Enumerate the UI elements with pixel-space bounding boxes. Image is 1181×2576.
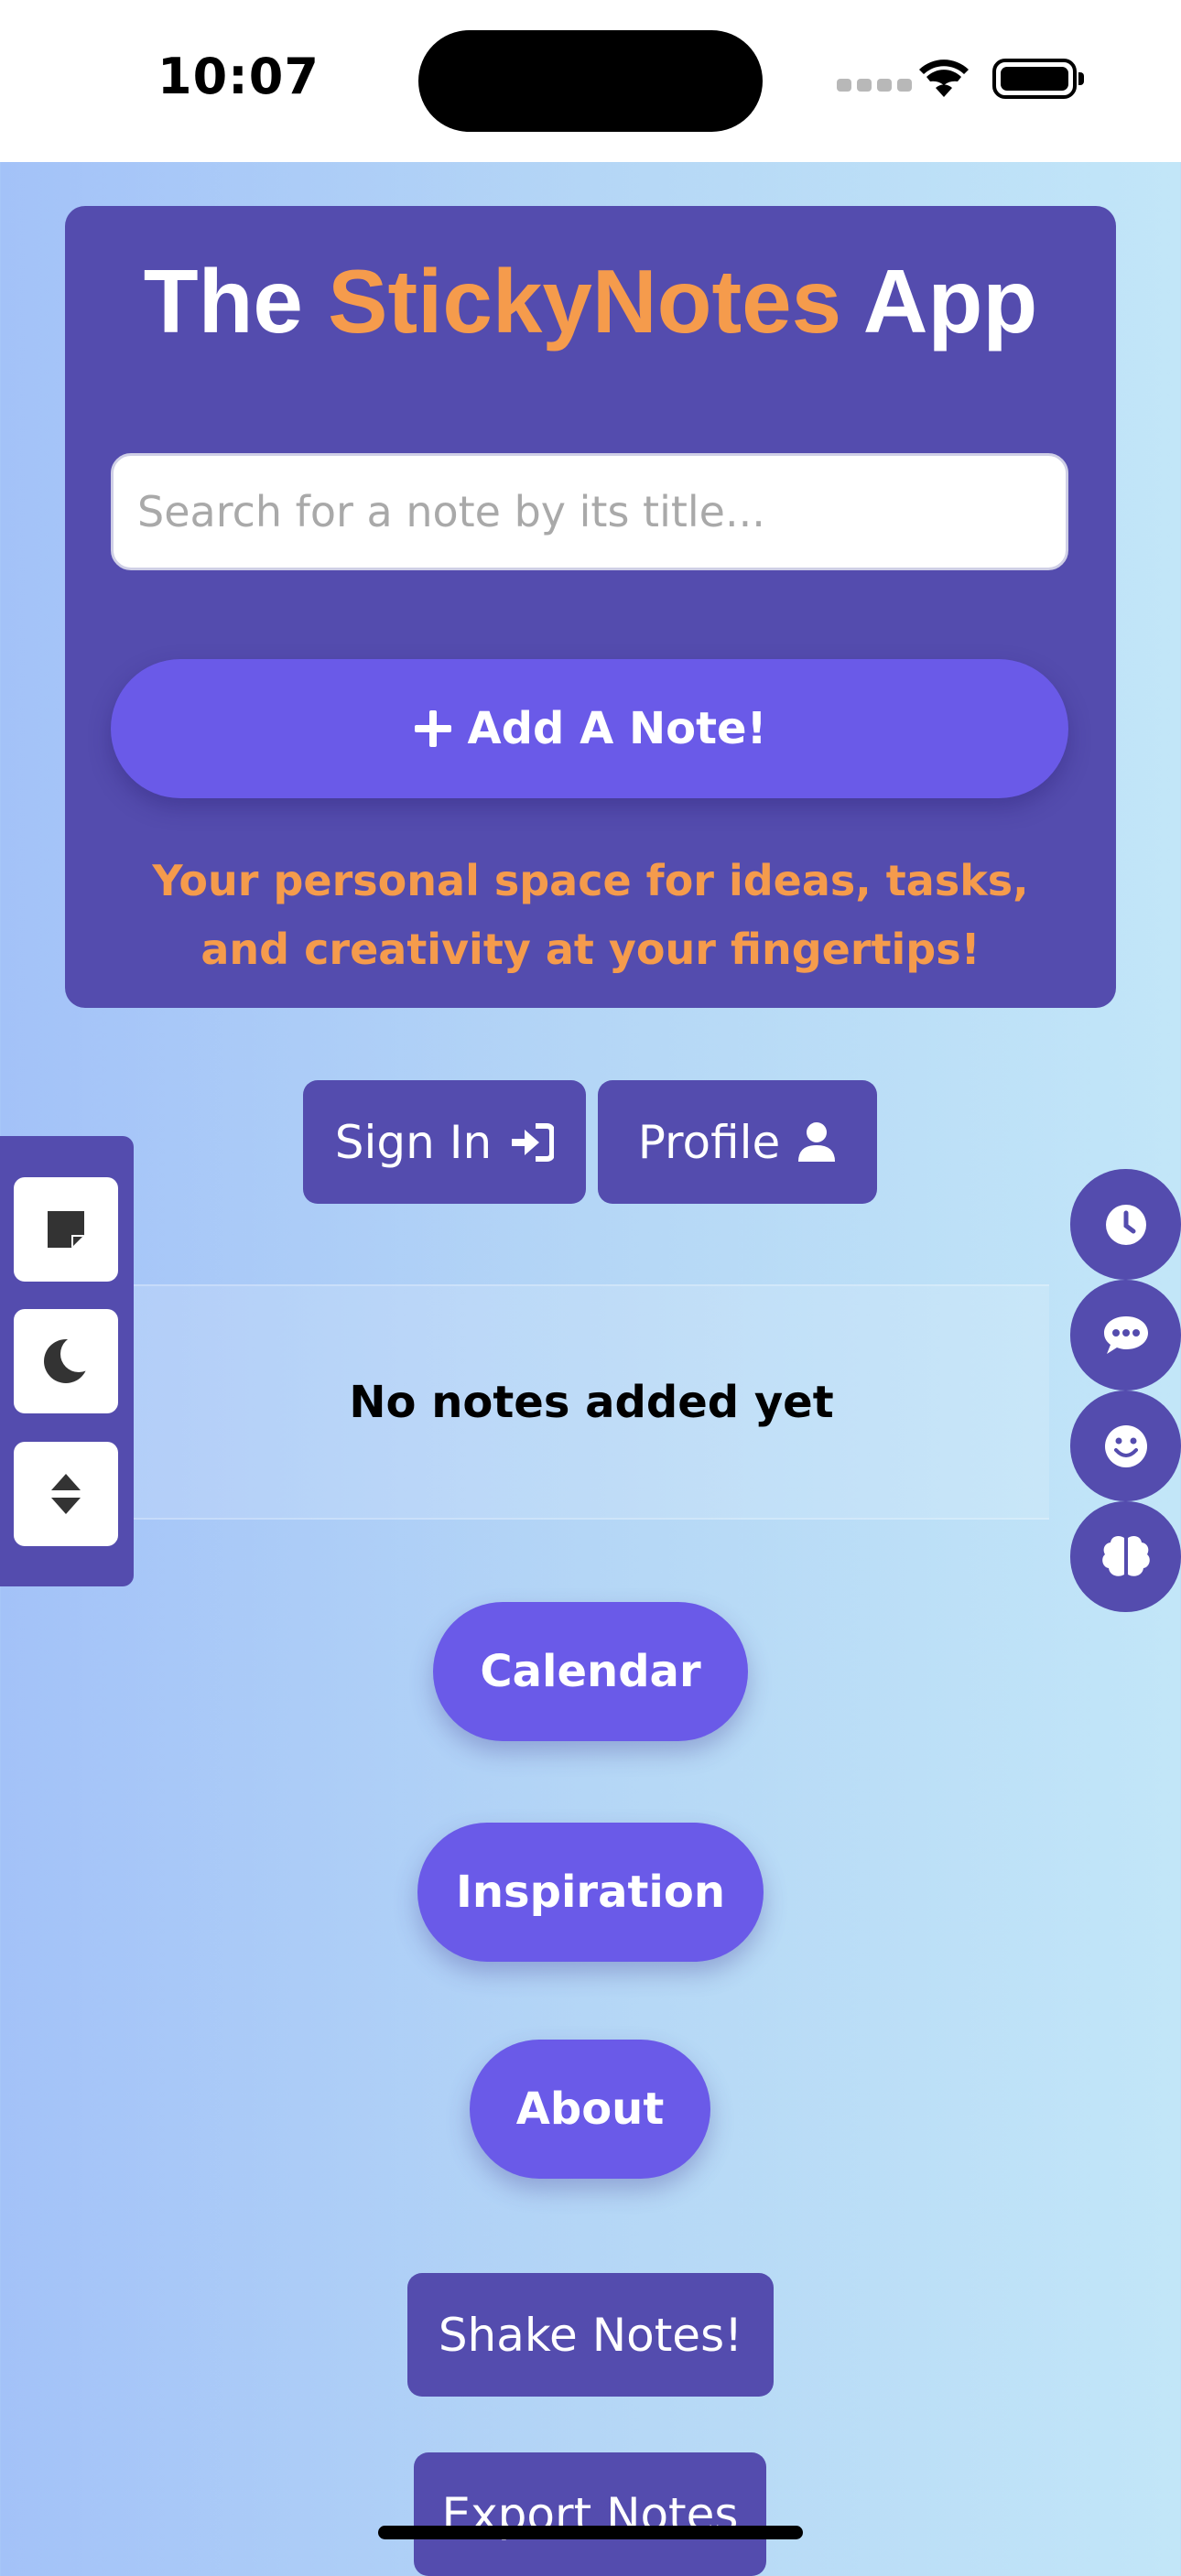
brain-button[interactable] [1070,1501,1181,1612]
status-time: 10:07 [157,48,320,105]
wifi-icon [919,60,969,97]
sort-icon [51,1474,81,1514]
search-input[interactable] [111,453,1068,570]
plus-icon [414,710,451,747]
sticky-note-icon [48,1211,84,1248]
user-icon [798,1121,836,1162]
chat-button[interactable] [1070,1280,1181,1391]
sign-in-icon [512,1122,555,1162]
app-title-suffix: App [841,251,1038,352]
sticky-note-button[interactable] [14,1177,118,1282]
profile-label: Profile [637,1115,781,1169]
empty-notes-message: No notes added yet [349,1376,834,1428]
clock-button[interactable] [1070,1169,1181,1280]
app-title-prefix: The [143,251,329,352]
battery-icon [992,59,1084,99]
shake-notes-button[interactable]: Shake Notes! [407,2273,774,2397]
dynamic-island [418,30,763,132]
sort-button[interactable] [14,1442,118,1546]
moon-icon [44,1337,90,1383]
mood-button[interactable] [1070,1391,1181,1501]
app-title: The StickyNotes App [65,250,1116,353]
brain-icon [1101,1535,1150,1576]
clock-icon [1105,1204,1146,1245]
calendar-button[interactable]: Calendar [433,1602,748,1741]
sign-in-label: Sign In [334,1115,493,1169]
side-toolbar [0,1136,134,1586]
export-notes-button[interactable]: Export Notes [414,2452,766,2576]
notes-container: No notes added yet [134,1284,1049,1520]
add-note-label: Add A Note! [467,703,767,754]
app-title-accent: StickyNotes [328,251,842,352]
status-bar: 10:07 [0,0,1181,162]
inspiration-button[interactable]: Inspiration [417,1823,764,1962]
sign-in-button[interactable]: Sign In [303,1080,586,1204]
header-card: The StickyNotes App Add A Note! Your per… [65,206,1116,1008]
tagline: Your personal space for ideas, tasks, an… [152,856,1029,974]
cellular-signal-icon [837,79,912,92]
home-indicator [378,2526,803,2539]
add-note-button[interactable]: Add A Note! [111,659,1068,798]
chat-icon [1103,1315,1148,1354]
about-button[interactable]: About [470,2040,710,2179]
dark-mode-button[interactable] [14,1309,118,1413]
profile-button[interactable]: Profile [598,1080,877,1204]
smile-icon [1104,1424,1147,1467]
